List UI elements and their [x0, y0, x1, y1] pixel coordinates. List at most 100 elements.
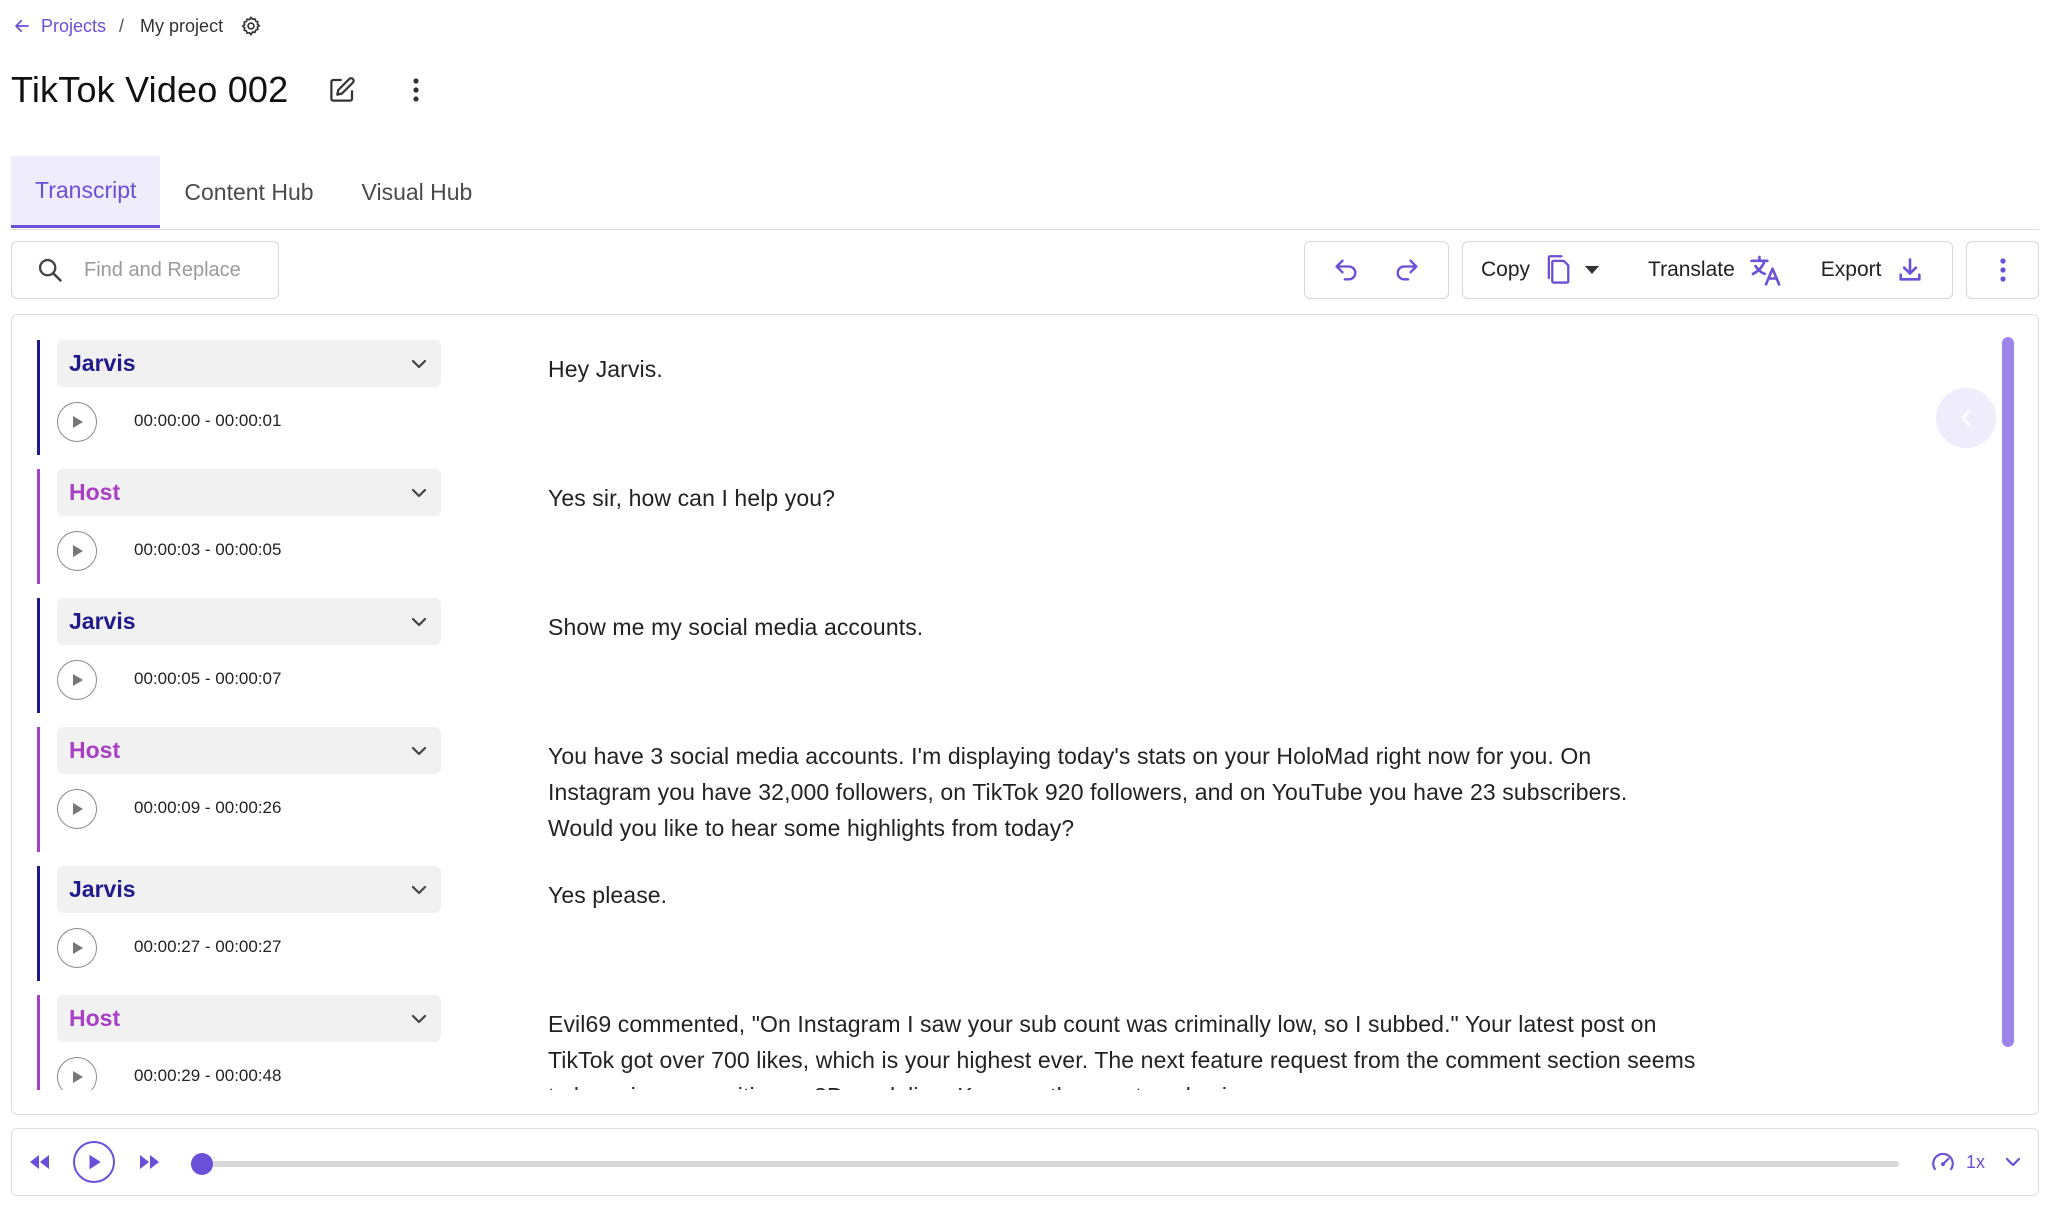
breadcrumb-projects-label: Projects	[41, 15, 107, 36]
speaker-name: Host	[69, 1005, 121, 1031]
segment-play-button[interactable]	[57, 531, 97, 571]
export-label: Export	[1820, 258, 1882, 281]
title-row: TikTok Video 002	[11, 62, 436, 118]
tab-bar: Transcript Content Hub Visual Hub	[11, 156, 2039, 230]
breadcrumb-back-link[interactable]: Projects	[13, 16, 106, 37]
collapse-side-panel-button[interactable]	[1936, 388, 1996, 448]
play-icon	[70, 543, 84, 559]
playback-speed-select[interactable]: 1x	[1930, 1149, 2021, 1175]
segment-play-button[interactable]	[57, 928, 97, 968]
breadcrumb: Projects / My project	[13, 14, 262, 38]
chevron-down-icon	[411, 1014, 427, 1024]
copy-options-dropdown[interactable]	[1584, 265, 1600, 275]
copy-label: Copy	[1481, 258, 1531, 281]
transcript-panel: Jarvis 00:00:00 - 00:00:01 Hey Jarvis. H…	[11, 314, 2039, 1115]
segment-timestamp: 00:00:09 - 00:00:26	[134, 798, 282, 817]
transcript-segments: Jarvis 00:00:00 - 00:00:01 Hey Jarvis. H…	[12, 315, 1972, 1090]
transcript-scrollbar[interactable]	[2002, 337, 2014, 1047]
segment-play-button[interactable]	[57, 402, 97, 442]
breadcrumb-separator: /	[119, 15, 125, 36]
play-icon	[70, 940, 84, 956]
speaker-select[interactable]: Jarvis	[57, 598, 441, 645]
find-replace-input[interactable]	[82, 257, 266, 283]
playback-progress-track[interactable]	[191, 1153, 1899, 1175]
download-icon	[1896, 256, 1924, 284]
speaker-select[interactable]: Host	[57, 469, 441, 516]
speaker-color-bar	[37, 866, 40, 981]
page-title: TikTok Video 002	[11, 69, 289, 110]
caret-down-icon	[1584, 265, 1600, 275]
chevron-down-icon	[411, 746, 427, 756]
speaker-select[interactable]: Jarvis	[57, 340, 441, 387]
play-icon	[70, 414, 84, 430]
search-icon	[36, 256, 64, 284]
play-icon	[70, 672, 84, 688]
playback-speed-value: 1x	[1966, 1151, 1986, 1172]
chevron-down-icon	[411, 488, 427, 498]
speaker-name: Host	[69, 737, 121, 763]
playback-progress-thumb[interactable]	[191, 1153, 213, 1175]
chevron-left-icon	[1960, 409, 1972, 427]
translate-button[interactable]: Translate	[1648, 250, 1783, 290]
speaker-color-bar	[37, 727, 40, 852]
rewind-button[interactable]	[28, 1149, 52, 1175]
speaker-name: Jarvis	[69, 608, 136, 634]
segment-timestamp: 00:00:27 - 00:00:27	[134, 937, 282, 956]
gear-icon[interactable]	[240, 15, 262, 37]
speaker-color-bar	[37, 995, 40, 1090]
player-play-button[interactable]	[73, 1141, 115, 1183]
undo-redo-group	[1304, 241, 1449, 299]
transcript-actions-group: Copy Translate Export	[1462, 241, 1953, 299]
tab-transcript[interactable]: Transcript	[11, 156, 161, 228]
segment-play-button[interactable]	[57, 1057, 97, 1090]
breadcrumb-current: My project	[140, 15, 224, 36]
segment-text[interactable]: Show me my social media accounts.	[548, 609, 1698, 645]
speaker-select[interactable]: Jarvis	[57, 866, 441, 913]
segment-text[interactable]: You have 3 social media accounts. I'm di…	[548, 738, 1698, 846]
play-icon	[70, 801, 84, 817]
speaker-color-bar	[37, 598, 40, 713]
chevron-down-icon	[2005, 1157, 2021, 1167]
more-vertical-icon	[412, 77, 420, 103]
speedometer-icon	[1930, 1149, 1956, 1175]
audio-player: 1x	[11, 1128, 2039, 1196]
chevron-down-icon	[411, 885, 427, 895]
redo-button[interactable]	[1387, 250, 1427, 290]
segment-timestamp: 00:00:05 - 00:00:07	[134, 669, 282, 688]
fast-forward-icon	[137, 1149, 161, 1175]
undo-button[interactable]	[1326, 250, 1366, 290]
more-vertical-icon	[1999, 257, 2007, 283]
segment-play-button[interactable]	[57, 789, 97, 829]
edit-icon	[327, 75, 357, 105]
edit-title-button[interactable]	[322, 70, 362, 110]
tab-content-hub[interactable]: Content Hub	[160, 156, 337, 228]
play-icon	[86, 1153, 102, 1171]
title-more-button[interactable]	[396, 70, 436, 110]
copy-button[interactable]: Copy	[1481, 250, 1572, 290]
segment-text[interactable]: Yes please.	[548, 877, 1698, 913]
find-replace-box	[11, 241, 279, 299]
segment-text[interactable]: Yes sir, how can I help you?	[548, 480, 1698, 516]
arrow-left-icon	[13, 17, 31, 35]
segment-text[interactable]: Hey Jarvis.	[548, 351, 1698, 387]
speaker-color-bar	[37, 469, 40, 584]
tab-visual-hub[interactable]: Visual Hub	[338, 156, 497, 228]
speaker-color-bar	[37, 340, 40, 455]
segment-timestamp: 00:00:00 - 00:00:01	[134, 411, 282, 430]
speaker-select[interactable]: Host	[57, 995, 441, 1042]
chevron-down-icon	[411, 617, 427, 627]
segment-play-button[interactable]	[57, 660, 97, 700]
redo-icon	[1393, 256, 1421, 284]
speaker-name: Jarvis	[69, 876, 136, 902]
undo-icon	[1332, 256, 1360, 284]
chevron-down-icon	[411, 359, 427, 369]
fast-forward-button[interactable]	[137, 1149, 161, 1175]
speaker-select[interactable]: Host	[57, 727, 441, 774]
segment-text[interactable]: Evil69 commented, "On Instagram I saw yo…	[548, 1006, 1698, 1090]
translate-label: Translate	[1648, 258, 1735, 281]
toolbar-more-button[interactable]	[1966, 241, 2039, 299]
copy-icon	[1544, 254, 1572, 286]
export-button[interactable]: Export	[1821, 250, 1924, 290]
rewind-icon	[28, 1149, 52, 1175]
speaker-name: Jarvis	[69, 350, 136, 376]
